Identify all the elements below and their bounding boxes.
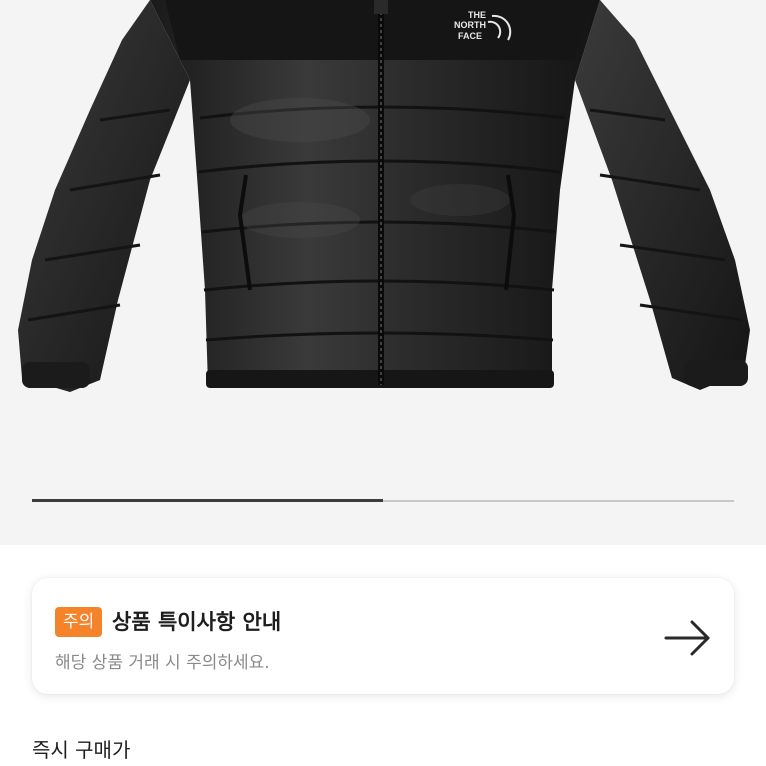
notice-title: 상품 특이사항 안내 — [112, 610, 282, 634]
gallery-progress-fill — [32, 499, 383, 502]
product-image-gallery[interactable]: THE NORTH FACE — [0, 0, 766, 545]
right-cuff — [684, 360, 748, 386]
product-image: THE NORTH FACE — [18, 0, 750, 392]
brand-logo-text: FACE — [458, 31, 482, 41]
notice-description: 해당 상품 거래 시 주의하세요. — [55, 653, 270, 673]
arrow-right-icon[interactable] — [664, 618, 712, 658]
brand-logo-text: THE — [468, 10, 486, 20]
left-cuff — [22, 362, 90, 388]
product-notice-card[interactable]: 주의 상품 특이사항 안내 해당 상품 거래 시 주의하세요. — [32, 578, 734, 694]
instant-buy-price-label: 즉시 구매가 — [32, 738, 131, 762]
notice-badge: 주의 — [55, 607, 103, 637]
brand-logo-text: NORTH — [454, 20, 486, 30]
gallery-progress-track[interactable] — [32, 499, 734, 502]
